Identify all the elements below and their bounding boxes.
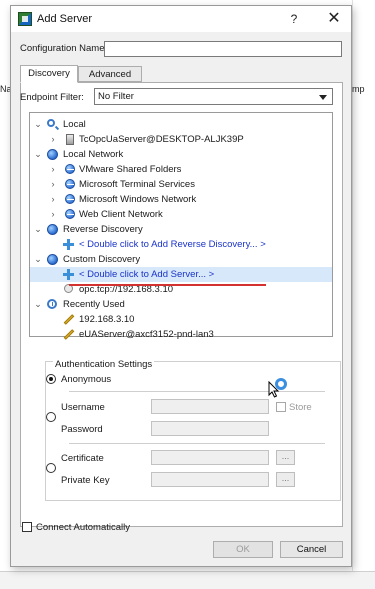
plus-icon (63, 239, 74, 250)
search-icon (47, 119, 55, 127)
password-field[interactable] (151, 421, 269, 436)
expand-toggle-icon[interactable]: ⌄ (33, 222, 43, 237)
network-icon (65, 164, 75, 174)
app-icon (18, 12, 32, 26)
globe-icon (47, 254, 58, 265)
tree-item-label: Recently Used (63, 299, 125, 310)
cancel-button[interactable]: Cancel (280, 541, 343, 558)
globe-icon (47, 224, 58, 235)
expand-toggle-icon[interactable]: › (48, 162, 58, 177)
authentication-title: Authentication Settings (53, 359, 155, 370)
expand-toggle-icon[interactable]: ⌄ (33, 147, 43, 162)
tree-item-reverse-discovery[interactable]: ⌄ Reverse Discovery (30, 222, 332, 237)
tree-item-recent-ip[interactable]: 192.168.3.10 (30, 312, 332, 327)
tree-item-web-client-network[interactable]: › Web Client Network (30, 207, 332, 222)
globe-icon (47, 149, 58, 160)
tree-item-label: Microsoft Windows Network (79, 194, 197, 205)
username-password-radio[interactable] (46, 412, 56, 422)
tree-item-label: TcOpcUaServer@DESKTOP-ALJK39P (79, 134, 244, 145)
private-key-label: Private Key (61, 475, 110, 486)
tree-item-label: Microsoft Terminal Services (79, 179, 195, 190)
endpoint-filter-select[interactable]: No Filter (94, 88, 333, 105)
tree-item-add-server[interactable]: < Double click to Add Server... > (30, 267, 332, 282)
server-icon (66, 134, 74, 145)
tab-advanced[interactable]: Advanced (78, 66, 142, 82)
network-icon (65, 209, 75, 219)
tree-item-label: < Double click to Add Reverse Discovery.… (79, 239, 266, 250)
tree-item-label: < Double click to Add Server... > (79, 269, 215, 280)
anonymous-radio[interactable] (46, 374, 56, 384)
tree-item-windows-network[interactable]: › Microsoft Windows Network (30, 192, 332, 207)
expand-toggle-icon[interactable]: › (48, 177, 58, 192)
network-icon (65, 194, 75, 204)
endpoint-filter-value: No Filter (98, 91, 134, 102)
private-key-field[interactable] (151, 472, 269, 487)
dialog-title: Add Server (37, 13, 93, 25)
store-checkbox[interactable] (276, 402, 286, 412)
certificate-radio[interactable] (46, 463, 56, 473)
tree-item-vmware-shared-folders[interactable]: › VMware Shared Folders (30, 162, 332, 177)
divider (69, 391, 325, 392)
tree-item-label: Reverse Discovery (63, 224, 143, 235)
tree-item-label: Web Client Network (79, 209, 163, 220)
configuration-name-label: Configuration Name (20, 43, 105, 54)
background-column-fragment: mp (352, 84, 365, 94)
tree-item-add-reverse-discovery[interactable]: < Double click to Add Reverse Discovery.… (30, 237, 332, 252)
highlight-underline (69, 284, 266, 286)
expand-toggle-icon[interactable]: › (48, 132, 58, 147)
configuration-name-input[interactable] (104, 41, 342, 57)
background-status-strip (0, 571, 375, 589)
tab-discovery[interactable]: Discovery (20, 65, 78, 83)
expand-toggle-icon[interactable]: ⌄ (33, 297, 43, 312)
chevron-down-icon[interactable] (319, 95, 327, 100)
tree-item-local-server[interactable]: › TcOpcUaServer@DESKTOP-ALJK39P (30, 132, 332, 147)
tree-item-label: Local (63, 119, 86, 130)
expand-toggle-icon[interactable]: ⌄ (33, 117, 43, 132)
pencil-icon (63, 314, 75, 325)
endpoint-filter-label: Endpoint Filter: (20, 92, 84, 103)
connect-automatically-checkbox[interactable] (22, 522, 32, 532)
ok-button[interactable]: OK (213, 541, 273, 558)
clock-icon (47, 299, 57, 309)
title-bar[interactable]: Add Server ? ✕ (11, 6, 351, 32)
tree-item-label: Custom Discovery (63, 254, 141, 265)
tree-item-label: Local Network (63, 149, 124, 160)
certificate-label: Certificate (61, 453, 104, 464)
help-button[interactable]: ? (279, 8, 309, 30)
tree-item-local[interactable]: ⌄ Local (30, 117, 332, 132)
server-tree[interactable]: ⌄ Local › TcOpcUaServer@DESKTOP-ALJK39P … (29, 112, 333, 340)
tree-item-recent-server[interactable]: eUAServer@axcf3152-pnd-lan3 (30, 327, 332, 342)
network-icon (65, 179, 75, 189)
password-label: Password (61, 424, 103, 435)
plus-icon (63, 269, 74, 280)
tree-item-label: VMware Shared Folders (79, 164, 182, 175)
tree-item-terminal-services[interactable]: › Microsoft Terminal Services (30, 177, 332, 192)
anonymous-label: Anonymous (61, 374, 112, 385)
username-label: Username (61, 402, 105, 413)
add-server-dialog: Add Server ? ✕ Configuration Name Discov… (10, 5, 352, 567)
expand-toggle-icon[interactable]: › (48, 207, 58, 222)
certificate-field[interactable] (151, 450, 269, 465)
username-field[interactable] (151, 399, 269, 414)
store-label: Store (289, 402, 312, 413)
tree-item-local-network[interactable]: ⌄ Local Network (30, 147, 332, 162)
divider (69, 443, 325, 444)
private-key-browse-button[interactable]: ... (276, 472, 295, 487)
certificate-browse-button[interactable]: ... (276, 450, 295, 465)
connect-automatically-label: Connect Automatically (36, 522, 130, 533)
tree-item-label: 192.168.3.10 (79, 314, 135, 325)
tree-item-recently-used[interactable]: ⌄ Recently Used (30, 297, 332, 312)
tree-item-label: eUAServer@axcf3152-pnd-lan3 (79, 329, 214, 340)
expand-toggle-icon[interactable]: › (48, 192, 58, 207)
pencil-icon (63, 329, 75, 340)
expand-toggle-icon[interactable]: ⌄ (33, 252, 43, 267)
close-button[interactable]: ✕ (319, 8, 349, 30)
tree-item-custom-discovery[interactable]: ⌄ Custom Discovery (30, 252, 332, 267)
